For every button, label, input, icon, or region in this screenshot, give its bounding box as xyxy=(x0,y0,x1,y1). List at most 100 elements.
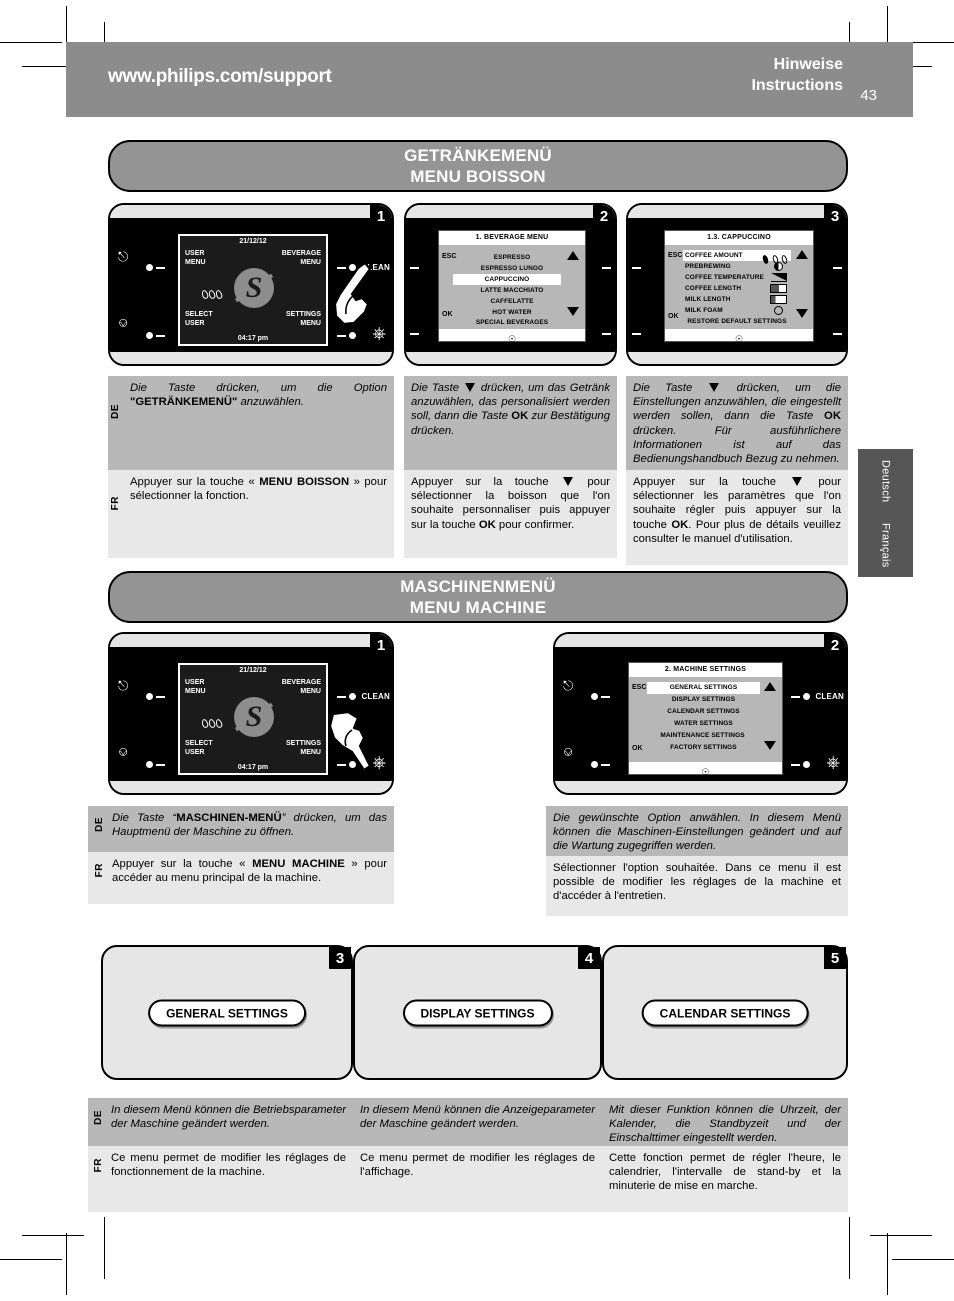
side-tab-francais[interactable]: Français xyxy=(858,513,913,577)
support-url: www.philips.com/support xyxy=(108,66,332,87)
menu-item-selected[interactable]: CAPPUCCINO xyxy=(453,274,561,285)
lcd-settings-menu-line1: SETTINGS xyxy=(285,311,321,318)
caption-3-fr-a: Appuyer sur la touche xyxy=(633,476,791,488)
led-dash-bottom-left xyxy=(601,764,610,766)
lcd-user-menu-label: USER MENU xyxy=(185,678,206,696)
espresso-cup-icon: ⎋ xyxy=(118,678,129,693)
caption-b5-de: Mit dieser Funktion können die Uhrzeit, … xyxy=(602,1098,848,1146)
lcd-cappuccino-settings-screen: 1.3. CAPPUCCINO ESC OK COFFEE AMOUNT PRE… xyxy=(664,230,814,344)
settings-panel-display: 4 DISPLAY SETTINGS xyxy=(353,945,602,1080)
lcd-home-screen: 21/12/12 USER MENU BEVERAGE MENU SELECT … xyxy=(178,663,328,775)
led-top-left xyxy=(146,264,153,271)
scroll-down-arrow-icon[interactable] xyxy=(796,309,808,318)
machine-top-edge xyxy=(110,634,392,649)
lcd-beverage-menu-line1: BEVERAGE xyxy=(281,250,321,257)
down-arrow-icon xyxy=(792,477,803,486)
espresso-cup-icon: ⎋ xyxy=(563,678,574,693)
led-dash-left-bottom xyxy=(410,333,419,335)
panel-number-badge: 3 xyxy=(329,947,351,969)
section-title-fr: MENU BOISSON xyxy=(410,167,546,186)
settings-panel-calendar: 5 CALENDAR SETTINGS xyxy=(602,945,848,1080)
led-dash-right-bottom xyxy=(602,333,611,335)
menu-item-selected[interactable]: GENERAL SETTINGS xyxy=(647,682,760,694)
led-dash-top-right xyxy=(791,696,800,698)
caption-2-fr: Appuyer sur la touche pour sélectionner … xyxy=(404,470,617,558)
lcd-beverage-menu-line2: MENU xyxy=(300,259,321,266)
lcd-time: 04:17 pm xyxy=(237,764,269,771)
section-title-de: MASCHINENMENÜ xyxy=(400,577,556,596)
menu-item[interactable]: CAFFELATTE xyxy=(439,296,585,307)
caption-2-de: Die Taste drücken, um das Getränk anzuwä… xyxy=(404,376,617,470)
menu-item[interactable]: ESPRESSO LUNGO xyxy=(439,263,585,274)
menu-item[interactable]: DISPLAY SETTINGS xyxy=(647,694,760,706)
caption-1-fr-text: Appuyer sur la touche « MENU BOISSON » p… xyxy=(108,470,394,507)
menu-item[interactable]: FACTORY SETTINGS xyxy=(647,742,760,754)
lcd-user-menu-line2: MENU xyxy=(185,259,206,266)
menu-item[interactable]: LATTE MACCHIATO xyxy=(439,285,585,296)
general-settings-button[interactable]: GENERAL SETTINGS xyxy=(148,999,306,1026)
crop-mark-bottom-left-h xyxy=(0,1259,62,1260)
lcd-settings-menu-label: SETTINGS MENU xyxy=(286,739,321,757)
machine-bottom-edge xyxy=(406,350,615,364)
panel-number-badge: 1 xyxy=(370,634,392,656)
settings-item[interactable]: RESTORE DEFAULT SETTINGS xyxy=(679,316,795,327)
caption-2-fr-ok: OK xyxy=(478,518,496,531)
lcd-screen-title: 1.3. CAPPUCCINO xyxy=(665,231,813,245)
led-bottom-left xyxy=(146,332,153,339)
led-dash-bottom-left xyxy=(156,764,165,766)
down-arrow-icon xyxy=(563,477,573,486)
menu-item[interactable]: WATER SETTINGS xyxy=(647,718,760,730)
lang-tag-fr: FR xyxy=(110,496,121,511)
caption-b3-fr-text: Ce menu permet de modifier les réglages … xyxy=(111,1152,346,1179)
caption-m1-fr-text: Appuyer sur la touche « MENU MACHINE » p… xyxy=(88,852,394,889)
lcd-screen-title: 1. BEVERAGE MENU xyxy=(439,231,585,245)
lcd-footer-bar: ☉ xyxy=(629,762,782,777)
caption-b3-fr: FR Ce menu permet de modifier les réglag… xyxy=(88,1146,353,1212)
led-dash-left-top xyxy=(410,267,419,269)
led-dash-right-top xyxy=(833,267,842,269)
caption-m2-fr-text: Sélectionner l'option souhaitée. Dans ce… xyxy=(553,862,841,903)
side-tab-francais-label: Français xyxy=(879,522,892,568)
milk-length-value-icon xyxy=(770,295,787,304)
lcd-footer-bar: ☉ xyxy=(439,329,585,344)
menu-item[interactable]: SPECIAL BEVERAGES xyxy=(439,317,585,328)
menu-item[interactable]: CALENDAR SETTINGS xyxy=(647,706,760,718)
lcd-date: 21/12/12 xyxy=(239,238,267,245)
led-dash-top-left xyxy=(156,696,165,698)
caption-m1-fr-bold: MENU MACHINE xyxy=(252,858,345,870)
scroll-up-arrow-icon[interactable] xyxy=(764,682,776,691)
caption-3-fr-text: Appuyer sur la touche pour sélectionner … xyxy=(626,470,848,550)
lcd-time: 04:17 pm xyxy=(237,335,269,342)
machine-top-edge xyxy=(406,205,615,220)
caption-b5-fr-text: Cette fonction permet de régler l'heure,… xyxy=(609,1152,841,1193)
calendar-settings-button[interactable]: CALENDAR SETTINGS xyxy=(641,999,809,1026)
saeco-logo-bar xyxy=(234,273,274,303)
lungo-cup-icon: ⎉ xyxy=(563,744,574,759)
lcd-beverage-menu-label: BEVERAGE MENU xyxy=(282,678,321,696)
scroll-down-arrow-icon[interactable] xyxy=(764,741,776,750)
led-dash-top-right xyxy=(337,696,346,698)
coffee-temperature-value-icon xyxy=(771,273,787,282)
caption-3-fr: Appuyer sur la touche pour sélectionner … xyxy=(626,470,848,565)
side-tab-deutsch[interactable]: Deutsch xyxy=(858,449,913,513)
lang-tag-de: DE xyxy=(93,1110,104,1125)
scroll-up-arrow-icon[interactable] xyxy=(796,250,808,259)
caption-2-fr-a: Appuyer sur la touche xyxy=(411,476,561,488)
menu-item[interactable]: MAINTENANCE SETTINGS xyxy=(643,730,762,742)
header-title: Hinweise Instructions xyxy=(751,54,843,96)
caption-b4-fr-text: Ce menu permet de modifier les réglages … xyxy=(360,1152,595,1179)
caption-m2-fr: Sélectionner l'option souhaitée. Dans ce… xyxy=(546,856,848,916)
lcd-machine-settings-screen: 2. MACHINE SETTINGS ESC OK GENERAL SETTI… xyxy=(628,662,783,777)
led-dash-bottom-right xyxy=(791,764,800,766)
menu-item[interactable]: ESPRESSO xyxy=(439,252,585,263)
led-dash-right-top xyxy=(602,267,611,269)
display-settings-button[interactable]: DISPLAY SETTINGS xyxy=(402,999,553,1026)
crop-mark-inner-br-v xyxy=(849,1217,850,1279)
led-dash-left-bottom xyxy=(632,333,641,335)
machine-bottom-edge xyxy=(110,779,392,793)
caption-3-de: Die Taste drücken, um die Einstellungen … xyxy=(626,376,848,470)
milk-foam-value-icon xyxy=(774,306,783,315)
illustration-panel-m2: 2 ⎋ ⎉ 2. MACHINE SETTINGS ESC OK GENERAL… xyxy=(553,632,848,795)
lungo-cup-icon: ⎉ xyxy=(118,744,129,759)
lcd-settings-menu-label: SETTINGS MENU xyxy=(286,310,321,328)
